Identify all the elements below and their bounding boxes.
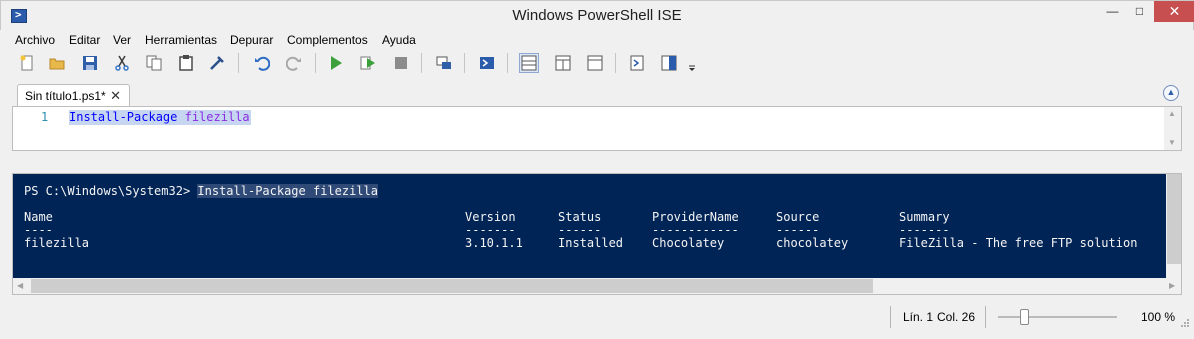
tab-close-icon[interactable]: ✕ — [110, 88, 121, 104]
column-underline: ------ — [776, 223, 820, 237]
table-cell: Chocolatey — [652, 236, 725, 250]
minimize-button[interactable]: — — [1099, 1, 1126, 22]
new-remote-tab-icon[interactable] — [434, 53, 454, 73]
column-header: Version — [465, 210, 516, 224]
scroll-down-icon[interactable]: ▼ — [1168, 138, 1176, 147]
menu-depurar[interactable]: Depurar — [230, 33, 273, 47]
run-script-icon[interactable] — [326, 53, 346, 73]
script-tab-strip: Sin título1.ps1* ✕ ▲ — [12, 84, 1182, 106]
console-prompt-line: PS C:\Windows\System32> Install-Package … — [24, 184, 379, 198]
toolbar — [14, 51, 714, 75]
table-cell: 3.10.1.1 — [465, 236, 523, 250]
console-pane[interactable]: PS C:\Windows\System32> Install-Package … — [12, 173, 1182, 278]
menu-ver[interactable]: Ver — [113, 33, 131, 47]
show-script-right-icon[interactable] — [553, 53, 573, 73]
column-header: Name — [24, 210, 53, 224]
column-underline: ------ — [558, 223, 602, 237]
editor-vertical-scrollbar[interactable]: ▲ ▼ — [1164, 107, 1181, 150]
save-icon[interactable] — [80, 53, 100, 73]
show-script-max-icon[interactable] — [585, 53, 605, 73]
code-argument: filezilla — [184, 110, 250, 124]
table-cell: Installed — [558, 236, 624, 250]
tab-sin-titulo1[interactable]: Sin título1.ps1* ✕ — [17, 84, 130, 106]
line-indicator: Lín. 1 — [903, 310, 934, 324]
code-line: Install-Package filezilla — [69, 110, 251, 125]
console-horizontal-scrollbar[interactable]: ◀ ▶ — [12, 278, 1182, 295]
console-scroll-thumb[interactable] — [1167, 174, 1181, 264]
tab-label: Sin título1.ps1* — [25, 89, 106, 103]
zoom-slider-thumb[interactable] — [1020, 309, 1029, 325]
script-editor[interactable]: 1 Install-Package filezilla ▲ ▼ — [12, 106, 1182, 151]
clear-console-icon[interactable] — [207, 53, 227, 73]
pane-splitter[interactable] — [12, 151, 1182, 173]
undo-icon[interactable] — [252, 53, 272, 73]
console-command: Install-Package filezilla — [197, 184, 379, 198]
code-command: Install-Package — [69, 110, 178, 124]
scroll-left-icon[interactable]: ◀ — [17, 281, 23, 290]
menu-complementos[interactable]: Complementos — [287, 33, 368, 47]
menu-herramientas[interactable]: Herramientas — [145, 33, 217, 47]
column-underline: ------------ — [652, 223, 739, 237]
console-prompt: PS C:\Windows\System32> — [24, 184, 198, 198]
resize-grip-icon[interactable] — [1180, 318, 1190, 328]
start-powershell-icon[interactable] — [477, 53, 497, 73]
column-header: Source — [776, 210, 820, 224]
show-command-window-icon[interactable] — [627, 53, 647, 73]
table-cell: chocolatey — [776, 236, 849, 250]
table-cell: filezilla — [24, 236, 90, 250]
column-underline: ---- — [24, 223, 53, 237]
window-title: Windows PowerShell ISE — [512, 7, 682, 24]
column-indicator: Col. 26 — [937, 310, 976, 324]
run-selection-icon[interactable] — [358, 53, 378, 73]
scroll-up-icon[interactable]: ▲ — [1168, 109, 1176, 118]
toolbar-overflow-icon[interactable] — [687, 53, 697, 73]
show-script-top-icon[interactable] — [519, 53, 539, 73]
column-underline: ------- — [899, 223, 950, 237]
new-file-icon[interactable] — [17, 53, 37, 73]
stop-icon[interactable] — [391, 53, 411, 73]
zoom-level: 100 % — [1141, 310, 1176, 324]
show-command-addon-icon[interactable] — [659, 53, 679, 73]
menu-editar[interactable]: Editar — [69, 33, 100, 47]
cut-icon[interactable] — [112, 53, 132, 73]
status-bar: Lín. 1 Col. 26 100 % — [0, 303, 1194, 331]
collapse-script-pane-icon[interactable]: ▲ — [1163, 85, 1179, 101]
zoom-slider-track[interactable] — [998, 316, 1117, 318]
open-folder-icon[interactable] — [47, 53, 67, 73]
column-header: Status — [558, 210, 602, 224]
column-header: Summary — [899, 210, 950, 224]
redo-icon[interactable] — [284, 53, 304, 73]
menu-ayuda[interactable]: Ayuda — [382, 33, 416, 47]
close-button[interactable]: ✕ — [1154, 1, 1194, 22]
menu-archivo[interactable]: Archivo — [15, 33, 55, 47]
horizontal-scroll-thumb[interactable] — [31, 279, 873, 293]
scroll-right-icon[interactable]: ▶ — [1169, 281, 1175, 290]
console-vertical-scrollbar[interactable] — [1166, 174, 1181, 278]
table-cell: FileZilla - The free FTP solution — [899, 236, 1138, 250]
column-underline: ------- — [465, 223, 516, 237]
maximize-button[interactable]: □ — [1126, 1, 1153, 22]
column-header: ProviderName — [652, 210, 739, 224]
title-bar: Windows PowerShell ISE — □ ✕ — [0, 0, 1194, 30]
line-number: 1 — [41, 110, 49, 124]
copy-icon[interactable] — [144, 53, 164, 73]
paste-icon[interactable] — [176, 53, 196, 73]
